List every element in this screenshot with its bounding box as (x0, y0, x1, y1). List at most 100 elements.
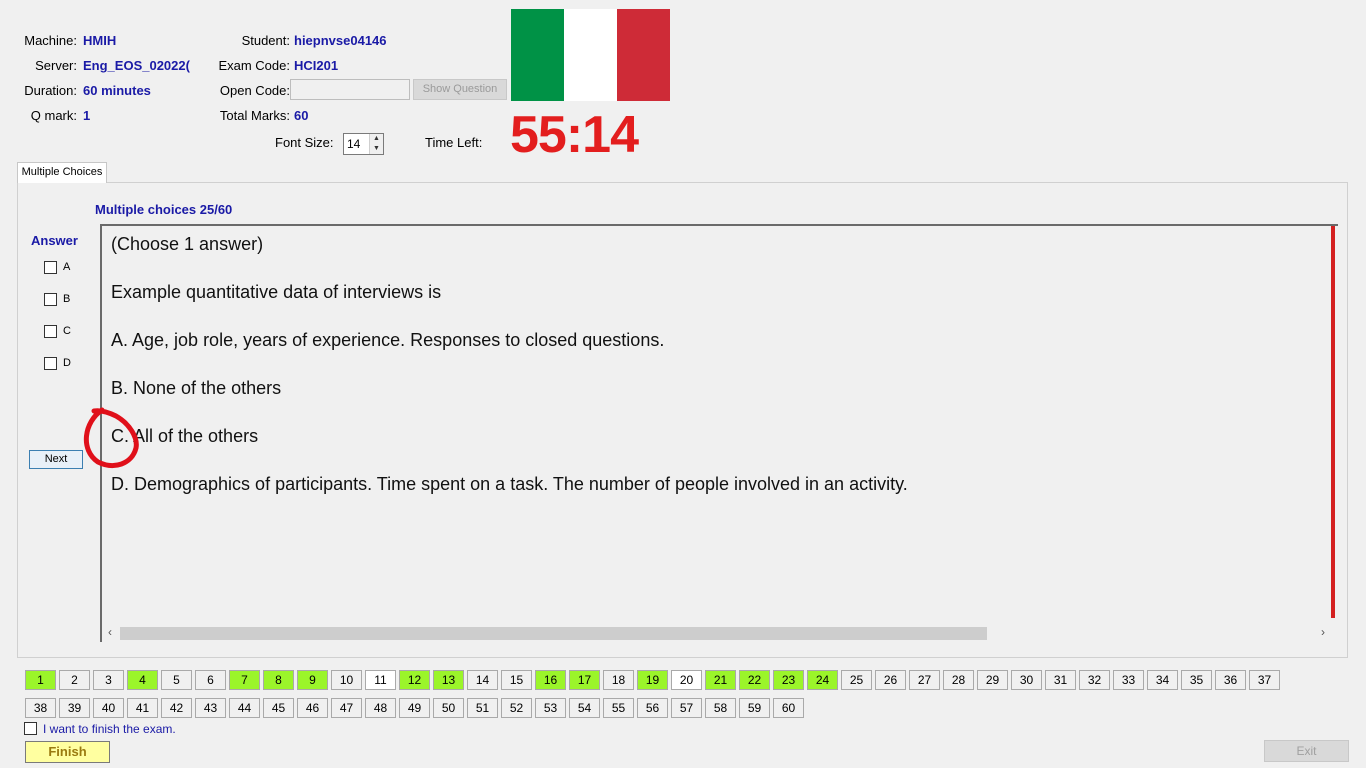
question-nav-button[interactable]: 25 (841, 670, 872, 690)
horizontal-scrollbar[interactable]: ‹ › (103, 624, 1331, 642)
question-nav-button[interactable]: 42 (161, 698, 192, 718)
exit-button[interactable]: Exit (1264, 740, 1349, 762)
question-nav-button[interactable]: 26 (875, 670, 906, 690)
question-nav-button[interactable]: 48 (365, 698, 396, 718)
finish-button[interactable]: Finish (25, 741, 110, 763)
question-text-box[interactable]: (Choose 1 answer) Example quantitative d… (100, 224, 1338, 642)
answer-option-b[interactable]: B (44, 291, 70, 307)
checkbox[interactable] (44, 292, 57, 306)
question-nav-button[interactable]: 38 (25, 698, 56, 718)
answer-option-label: D (63, 357, 71, 369)
question-nav-button[interactable]: 31 (1045, 670, 1076, 690)
question-nav-button[interactable]: 13 (433, 670, 464, 690)
question-nav-button[interactable]: 27 (909, 670, 940, 690)
time-left-label: Time Left: (425, 135, 483, 150)
question-nav-button[interactable]: 46 (297, 698, 328, 718)
question-nav-button[interactable]: 24 (807, 670, 838, 690)
question-nav-button[interactable]: 59 (739, 698, 770, 718)
answer-option-c[interactable]: C (44, 323, 71, 339)
question-nav-button[interactable]: 11 (365, 670, 396, 690)
flag-stripe-red (617, 9, 670, 101)
question-nav-button[interactable]: 60 (773, 698, 804, 718)
stepper-arrows[interactable]: ▲ ▼ (369, 134, 383, 154)
font-size-label: Font Size: (275, 135, 334, 150)
question-nav-button[interactable]: 53 (535, 698, 566, 718)
question-nav-button[interactable]: 9 (297, 670, 328, 690)
font-size-stepper[interactable]: 14 ▲ ▼ (343, 133, 384, 155)
checkbox[interactable] (44, 356, 57, 370)
question-nav-button[interactable]: 44 (229, 698, 260, 718)
question-nav-button[interactable]: 56 (637, 698, 668, 718)
question-nav-button[interactable]: 52 (501, 698, 532, 718)
question-nav-button[interactable]: 4 (127, 670, 158, 690)
finish-exam-label: I want to finish the exam. (43, 722, 176, 736)
answer-option-d[interactable]: D (44, 355, 71, 371)
chevron-down-icon[interactable]: ▼ (370, 144, 383, 154)
question-nav-button[interactable]: 3 (93, 670, 124, 690)
question-nav-button[interactable]: 2 (59, 670, 90, 690)
question-nav-button[interactable]: 37 (1249, 670, 1280, 690)
next-button[interactable]: Next (29, 450, 83, 469)
question-counter: Multiple choices 25/60 (95, 202, 233, 217)
question-nav-button[interactable]: 23 (773, 670, 804, 690)
show-question-button[interactable]: Show Question (413, 79, 507, 100)
question-nav-button[interactable]: 15 (501, 670, 532, 690)
question-nav-button[interactable]: 8 (263, 670, 294, 690)
question-nav-button[interactable]: 6 (195, 670, 226, 690)
question-nav-button[interactable]: 1 (25, 670, 56, 690)
question-nav-button[interactable]: 7 (229, 670, 260, 690)
question-nav-button[interactable]: 57 (671, 698, 702, 718)
question-nav-button[interactable]: 39 (59, 698, 90, 718)
exam-code-value: HCI201 (294, 58, 339, 73)
tab-multiple-choices[interactable]: Multiple Choices (17, 162, 107, 183)
chevron-right-icon[interactable]: › (1321, 625, 1325, 639)
question-nav-button[interactable]: 34 (1147, 670, 1178, 690)
question-nav-button[interactable]: 33 (1113, 670, 1144, 690)
question-nav-button[interactable]: 45 (263, 698, 294, 718)
question-nav-button[interactable]: 5 (161, 670, 192, 690)
question-nav-button[interactable]: 50 (433, 698, 464, 718)
choice-d-text: D. Demographics of participants. Time sp… (111, 474, 908, 494)
question-nav-button[interactable]: 28 (943, 670, 974, 690)
answer-option-label: C (63, 325, 71, 337)
question-nav-button[interactable]: 32 (1079, 670, 1110, 690)
question-nav-button[interactable]: 20 (671, 670, 702, 690)
question-nav-button[interactable]: 40 (93, 698, 124, 718)
question-instruction: (Choose 1 answer) (111, 234, 264, 254)
question-nav-button[interactable]: 54 (569, 698, 600, 718)
question-stem: Example quantitative data of interviews … (111, 282, 442, 302)
question-nav-button[interactable]: 49 (399, 698, 430, 718)
question-nav-button[interactable]: 35 (1181, 670, 1212, 690)
question-nav-button[interactable]: 29 (977, 670, 1008, 690)
question-nav-button[interactable]: 17 (569, 670, 600, 690)
question-nav-button[interactable]: 47 (331, 698, 362, 718)
question-nav-button[interactable]: 22 (739, 670, 770, 690)
time-left-value: 55:14 (510, 106, 639, 164)
question-nav-button[interactable]: 43 (195, 698, 226, 718)
question-nav-button[interactable]: 16 (535, 670, 566, 690)
question-nav-button[interactable]: 30 (1011, 670, 1042, 690)
question-nav-button[interactable]: 18 (603, 670, 634, 690)
question-nav-button[interactable]: 10 (331, 670, 362, 690)
question-nav-button[interactable]: 51 (467, 698, 498, 718)
checkbox[interactable] (44, 260, 57, 274)
question-nav-button[interactable]: 19 (637, 670, 668, 690)
question-nav-button[interactable]: 41 (127, 698, 158, 718)
italy-flag-image (511, 9, 670, 101)
question-nav-button[interactable]: 36 (1215, 670, 1246, 690)
question-nav-button[interactable]: 55 (603, 698, 634, 718)
scrollbar-thumb[interactable] (120, 627, 987, 640)
open-code-input[interactable] (290, 79, 410, 100)
checkbox[interactable] (44, 324, 57, 338)
question-nav-button[interactable]: 21 (705, 670, 736, 690)
annotation-circle-mark (83, 407, 139, 468)
finish-exam-checkbox[interactable] (24, 722, 37, 735)
question-nav-button[interactable]: 14 (467, 670, 498, 690)
chevron-up-icon[interactable]: ▲ (370, 134, 383, 144)
question-nav-button[interactable]: 12 (399, 670, 430, 690)
question-nav-button[interactable]: 58 (705, 698, 736, 718)
server-value: Eng_EOS_02022( (83, 58, 190, 73)
answer-option-a[interactable]: A (44, 259, 70, 275)
duration-value: 60 minutes (83, 83, 151, 98)
chevron-left-icon[interactable]: ‹ (108, 625, 112, 639)
